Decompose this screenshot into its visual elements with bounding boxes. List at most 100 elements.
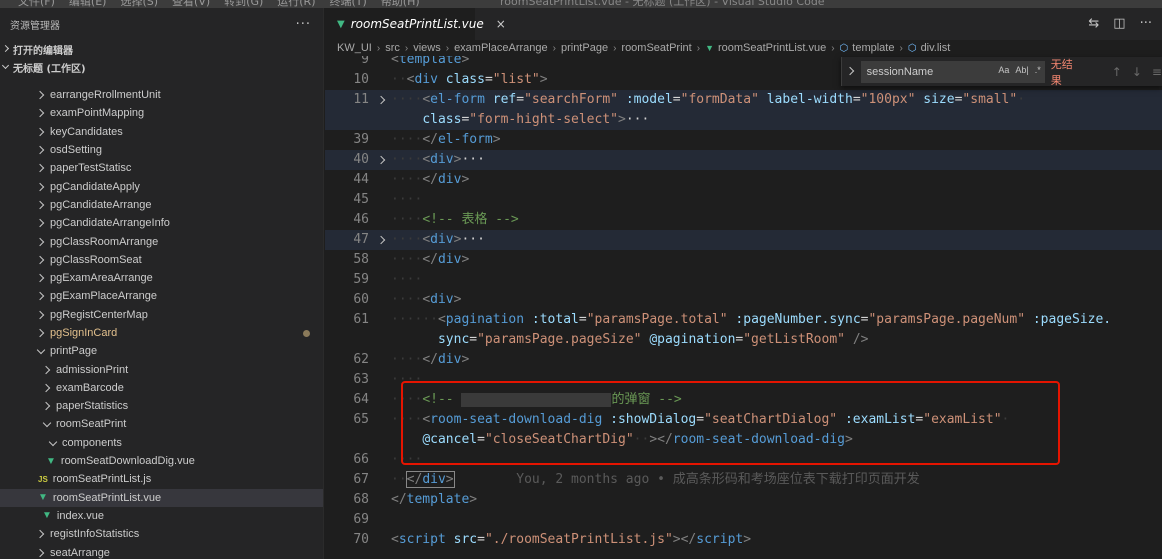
- menu-item[interactable]: 选择(S): [120, 0, 158, 8]
- code-line[interactable]: 62 ····</div>: [325, 350, 1162, 370]
- tree-item[interactable]: pgCandidateArrangeInfo: [0, 214, 323, 232]
- tree-item[interactable]: pgExamAreaArrange: [0, 269, 323, 287]
- match-case-icon[interactable]: Aa: [998, 65, 1009, 75]
- code-token: el-form: [430, 92, 485, 107]
- ellipsis-icon[interactable]: ···: [296, 17, 311, 32]
- code-line[interactable]: 67 ··</div> You, 2 months ago • 成高条形码和考场座…: [325, 470, 1162, 490]
- tree-item[interactable]: seatArrange: [0, 543, 323, 559]
- find-input[interactable]: sessionName Aa Ab| .*: [860, 60, 1045, 83]
- breadcrumb-item[interactable]: src: [385, 42, 400, 54]
- fold-chevron-icon[interactable]: [378, 230, 388, 250]
- arrow-down-icon[interactable]: ↓: [1132, 65, 1142, 79]
- code-line[interactable]: 59 ····: [325, 270, 1162, 290]
- breadcrumb-item[interactable]: roomSeatPrint: [621, 42, 691, 54]
- tab-roomseatprintlist-vue[interactable]: ▼ roomSeatPrintList.vue ×: [325, 8, 506, 40]
- code-token: </: [422, 352, 438, 367]
- breadcrumb-item[interactable]: printPage: [561, 42, 608, 54]
- tree-item[interactable]: pgCandidateArrange: [0, 196, 323, 214]
- tree-item[interactable]: paperTestStatisc: [0, 159, 323, 177]
- tree-item[interactable]: examPointMapping: [0, 104, 323, 122]
- find-in-selection-icon[interactable]: ≡: [1152, 65, 1162, 79]
- tree-item[interactable]: registInfoStatistics: [0, 525, 323, 543]
- menu-item[interactable]: 查看(V): [172, 0, 210, 8]
- modified-dot-icon: [303, 329, 310, 337]
- arrow-up-icon[interactable]: ↑: [1112, 65, 1122, 79]
- tree-item[interactable]: osdSetting: [0, 141, 323, 159]
- code-token: "100px": [860, 92, 916, 107]
- breadcrumb-item[interactable]: KW_UI: [337, 42, 372, 54]
- code-line[interactable]: 47 ····<div>···: [325, 230, 1162, 250]
- use-regex-icon[interactable]: .*: [1035, 65, 1041, 75]
- chevron-down-icon: [2, 63, 10, 71]
- split-compare-icon[interactable]: ⇆: [1088, 16, 1099, 31]
- code-line[interactable]: 46 ····<!-- 表格 -->: [325, 210, 1162, 230]
- code-text: ····<div>: [391, 290, 461, 310]
- tree-item[interactable]: keyCandidates: [0, 123, 323, 141]
- code-line[interactable]: 44 ····</div>: [325, 170, 1162, 190]
- menu-item[interactable]: 转到(G): [224, 0, 263, 8]
- code-line[interactable]: 39 ····</el-form>: [325, 130, 1162, 150]
- tree-item[interactable]: pgClassRoomArrange: [0, 232, 323, 250]
- menu-item[interactable]: 编辑(E): [69, 0, 107, 8]
- breadcrumb-item[interactable]: template: [852, 42, 894, 54]
- menu-item[interactable]: 运行(R): [277, 0, 315, 8]
- code-line[interactable]: class="form-hight-select">···: [325, 110, 1162, 130]
- code-token: ····: [391, 292, 423, 307]
- code-line[interactable]: 60 ····<div>: [325, 290, 1162, 310]
- tree-item[interactable]: roomSeatPrint: [0, 415, 323, 433]
- code-token: ····: [391, 92, 423, 107]
- open-editors-section[interactable]: 打开的编辑器: [0, 40, 323, 58]
- code-token: "formData": [680, 92, 759, 107]
- line-number: 62: [353, 352, 369, 367]
- tree-item[interactable]: paperStatistics: [0, 397, 323, 415]
- chevron-right-icon: ›: [552, 42, 556, 54]
- breadcrumb-item[interactable]: div.list: [921, 42, 951, 54]
- code-line[interactable]: 70 <script src="./roomSeatPrintList.js"><…: [325, 530, 1162, 550]
- tree-item[interactable]: printPage: [0, 342, 323, 360]
- fold-chevron-icon[interactable]: [378, 90, 388, 110]
- tree-item[interactable]: ▼ roomSeatDownloadDig.vue: [0, 452, 323, 470]
- tree-item[interactable]: examBarcode: [0, 379, 323, 397]
- tree-item-label: keyCandidates: [50, 125, 123, 138]
- menu-bar[interactable]: 文件(F) 编辑(E) 选择(S) 查看(V) 转到(G) 运行(R) 终端(T) 帮助(H): [18, 0, 434, 8]
- tree-item[interactable]: components: [0, 434, 323, 452]
- menu-item[interactable]: 文件(F): [18, 0, 55, 8]
- tree-item[interactable]: ▼ roomSeatPrintList.vue: [0, 488, 323, 507]
- code-line[interactable]: 45 ····: [325, 190, 1162, 210]
- breadcrumb-item[interactable]: roomSeatPrintList.vue: [718, 42, 826, 54]
- breadcrumb-item[interactable]: views: [413, 42, 441, 54]
- tree-item[interactable]: pgSignInCard: [0, 324, 323, 342]
- code-line[interactable]: 58 ····</div>: [325, 250, 1162, 270]
- tree-item[interactable]: pgExamPlaceArrange: [0, 287, 323, 305]
- code-token: >: [461, 252, 470, 267]
- menu-item[interactable]: 终端(T): [330, 0, 367, 8]
- code-token: ···: [625, 112, 650, 127]
- code-token: "searchForm": [524, 92, 618, 107]
- code-line[interactable]: sync="paramsPage.pageSize" @pagination="…: [325, 330, 1162, 350]
- more-icon[interactable]: ···: [1140, 16, 1152, 31]
- code-token: "form-hight-select": [469, 112, 618, 127]
- tree-item[interactable]: pgCandidateApply: [0, 177, 323, 195]
- fold-chevron-icon[interactable]: [378, 150, 388, 170]
- code-line[interactable]: 69: [325, 510, 1162, 530]
- code-token: <: [437, 312, 446, 327]
- breadcrumb-item[interactable]: examPlaceArrange: [454, 42, 548, 54]
- tree-item[interactable]: pgRegistCenterMap: [0, 306, 323, 324]
- menu-item[interactable]: 帮助(H): [381, 0, 420, 8]
- code-line[interactable]: 61 ······<pagination :total="paramsPage.t…: [325, 310, 1162, 330]
- workspace-section[interactable]: 无标题 (工作区): [0, 58, 323, 76]
- code-editor[interactable]: 9 <template> 10 ··<div class="list"> 11 ····<…: [325, 56, 1162, 559]
- code-line[interactable]: 68 </template>: [325, 490, 1162, 510]
- tree-item[interactable]: admissionPrint: [0, 360, 323, 378]
- tree-item[interactable]: earrangeRrollmentUnit: [0, 86, 323, 104]
- code-line[interactable]: 40 ····<div>···: [325, 150, 1162, 170]
- match-whole-word-icon[interactable]: Ab|: [1015, 65, 1028, 75]
- tree-item[interactable]: ▼ index.vue: [0, 507, 323, 525]
- tree-item[interactable]: JS roomSeatPrintList.js: [0, 470, 323, 488]
- code-line[interactable]: 11 ····<el-form ref="searchForm" :model="…: [325, 90, 1162, 110]
- split-editor-icon[interactable]: ◫: [1113, 16, 1125, 31]
- close-icon[interactable]: ×: [496, 17, 506, 31]
- tree-item[interactable]: pgClassRoomSeat: [0, 251, 323, 269]
- toggle-replace-icon[interactable]: [846, 66, 857, 78]
- line-number: 63: [353, 372, 369, 387]
